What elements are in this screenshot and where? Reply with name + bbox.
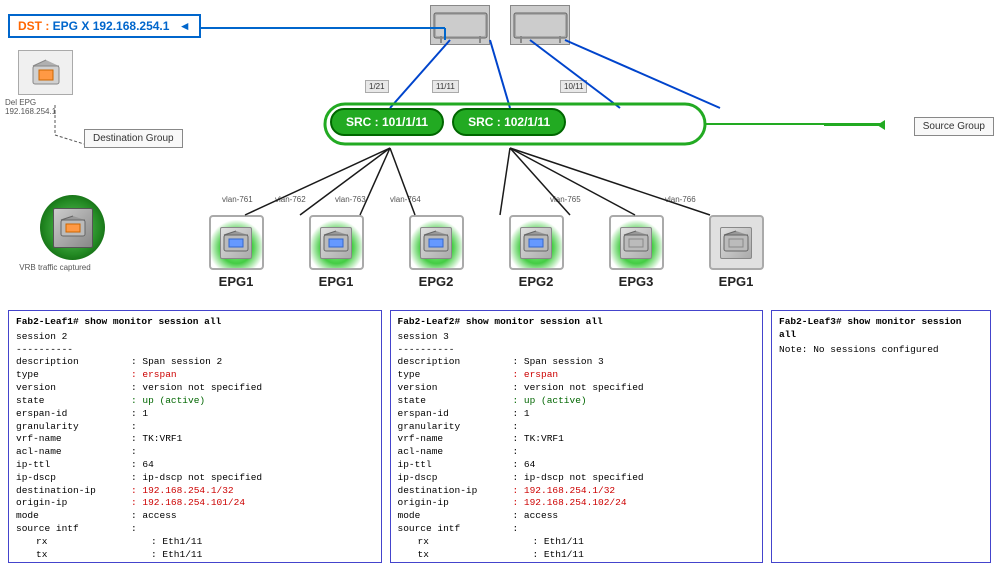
source-group-callout: Source Group [914, 117, 994, 136]
t2-description: description : Span session 3 [398, 356, 756, 369]
spine-switch-1 [430, 5, 490, 45]
t2-both: both : Eth1/11 [418, 561, 756, 563]
dst-label: DST : EPG X 192.168.254.1 [8, 14, 201, 38]
vlan-label-4: vlan-764 [390, 195, 421, 204]
epg-item-6: EPG1 [700, 215, 772, 289]
t1-type: type : erspan [16, 369, 374, 382]
terminal-leaf1-sep: ---------- [16, 344, 374, 357]
terminal-leaf1-header: Fab2-Leaf1# show monitor session all [16, 316, 374, 329]
dst-epg-icon [18, 50, 73, 95]
vlan-label-5: vlan-765 [550, 195, 581, 204]
terminal-leaf3-note: Note: No sessions configured [779, 344, 983, 357]
network-diagram: DST : EPG X 192.168.254.1 Del EPG 192.16… [0, 0, 999, 305]
dst-epg-text: EPG X 192.168.254.1 [49, 19, 169, 33]
epg-item-2: EPG1 [300, 215, 372, 289]
t1-acl-name: acl-name : [16, 446, 374, 459]
vrb-label: VRB traffic captured [5, 263, 105, 272]
t1-version: version : version not specified [16, 382, 374, 395]
epg-label-4: EPG2 [519, 274, 554, 289]
t1-state: state : up (active) [16, 395, 374, 408]
terminal-leaf1-session: session 2 [16, 331, 374, 344]
port-label-2: 11/11 [432, 80, 459, 93]
t2-erspan-id: erspan-id : 1 [398, 408, 756, 421]
epg-item-3: EPG2 [400, 215, 472, 289]
t2-tx: tx : Eth1/11 [418, 549, 756, 562]
spine-switch-2 [510, 5, 570, 45]
terminal-leaf3-header: Fab2-Leaf3# show monitor session all [779, 316, 983, 342]
t1-granularity: granularity : [16, 421, 374, 434]
terminal-leaf3: Fab2-Leaf3# show monitor session all Not… [771, 310, 991, 563]
src-pill-1: SRC : 101/1/11 [330, 108, 444, 136]
epg-icon-1 [209, 215, 264, 270]
t2-origin-ip: origin-ip : 192.168.254.102/24 [398, 497, 756, 510]
epg-label-2: EPG1 [319, 274, 354, 289]
t2-version: version : version not specified [398, 382, 756, 395]
t2-rx: rx : Eth1/11 [418, 536, 756, 549]
vlan-label-1: vlan-761 [222, 195, 253, 204]
src-pills-container: SRC : 101/1/11 SRC : 102/1/11 [330, 108, 566, 136]
epg-row: EPG1 EPG1 EPG2 EPG2 EPG3 [200, 215, 772, 289]
t2-mode: mode : access [398, 510, 756, 523]
t1-source-intf: source intf : [16, 523, 374, 536]
epg-label-5: EPG3 [619, 274, 654, 289]
t1-description: description : Span session 2 [16, 356, 374, 369]
epg-icon-5 [609, 215, 664, 270]
t2-ip-ttl: ip-ttl : 64 [398, 459, 756, 472]
epg-icon-2 [309, 215, 364, 270]
t2-acl-name: acl-name : [398, 446, 756, 459]
t2-destination-ip: destination-ip : 192.168.254.1/32 [398, 485, 756, 498]
vrb-icon-inner [53, 208, 93, 248]
t2-state: state : up (active) [398, 395, 756, 408]
t1-rx: rx : Eth1/11 [36, 536, 374, 549]
terminals-area: Fab2-Leaf1# show monitor session all ses… [0, 305, 999, 568]
t1-both: both : Eth1/11 [36, 561, 374, 563]
t2-granularity: granularity : [398, 421, 756, 434]
t2-source-intf: source intf : [398, 523, 756, 536]
destination-group-callout: Destination Group [84, 129, 183, 148]
t1-ip-ttl: ip-ttl : 64 [16, 459, 374, 472]
dst-epg-icon-label: Del EPG 192.168.254.1 [5, 98, 85, 116]
epg-icon-6 [709, 215, 764, 270]
vlan-label-2: vlan-762 [275, 195, 306, 204]
epg-label-6: EPG1 [719, 274, 754, 289]
source-group-arrow [824, 124, 884, 126]
vlan-label-6: vlan-766 [665, 195, 696, 204]
epg-label-1: EPG1 [219, 274, 254, 289]
epg-label-3: EPG2 [419, 274, 454, 289]
t1-tx: tx : Eth1/11 [36, 549, 374, 562]
t1-erspan-id: erspan-id : 1 [16, 408, 374, 421]
t2-vrf-name: vrf-name : TK:VRF1 [398, 433, 756, 446]
terminal-leaf2-session: session 3 [398, 331, 756, 344]
port-label-1: 1/21 [365, 80, 389, 93]
t1-origin-ip: origin-ip : 192.168.254.101/24 [16, 497, 374, 510]
spine-area [350, 0, 650, 45]
port-label-3: 10/11 [560, 80, 587, 93]
src-pill-2: SRC : 102/1/11 [452, 108, 566, 136]
t1-destination-ip: destination-ip : 192.168.254.1/32 [16, 485, 374, 498]
t2-ip-dscp: ip-dscp : ip-dscp not specified [398, 472, 756, 485]
epg-item-5: EPG3 [600, 215, 672, 289]
vrb-icon [40, 195, 105, 260]
terminal-leaf2: Fab2-Leaf2# show monitor session all ses… [390, 310, 764, 563]
t1-ip-dscp: ip-dscp : ip-dscp not specified [16, 472, 374, 485]
epg-item-4: EPG2 [500, 215, 572, 289]
vlan-label-3: vlan-763 [335, 195, 366, 204]
terminal-leaf2-header: Fab2-Leaf2# show monitor session all [398, 316, 756, 329]
dst-tag: DST : [18, 19, 49, 33]
epg-icon-3 [409, 215, 464, 270]
epg-item-1: EPG1 [200, 215, 272, 289]
epg-icon-4 [509, 215, 564, 270]
t2-type: type : erspan [398, 369, 756, 382]
terminal-leaf2-sep: ---------- [398, 344, 756, 357]
t1-vrf-name: vrf-name : TK:VRF1 [16, 433, 374, 446]
t1-mode: mode : access [16, 510, 374, 523]
terminal-leaf1: Fab2-Leaf1# show monitor session all ses… [8, 310, 382, 563]
